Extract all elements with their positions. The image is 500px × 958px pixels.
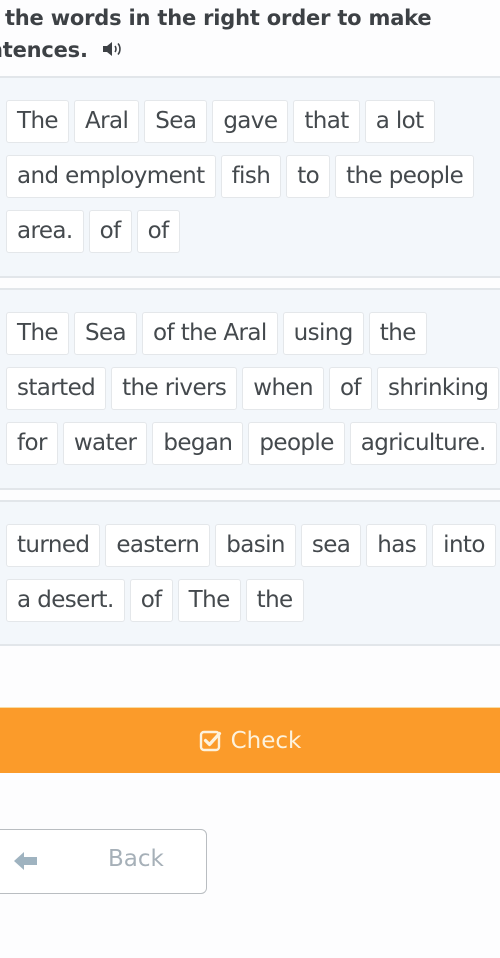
back-button[interactable]: Back bbox=[0, 829, 207, 894]
word-tile[interactable]: to bbox=[286, 155, 331, 198]
word-tile[interactable]: The bbox=[6, 312, 69, 355]
word-tile[interactable]: has bbox=[366, 524, 428, 567]
word-tile[interactable]: area. bbox=[6, 210, 84, 253]
word-tile[interactable]: for bbox=[6, 422, 58, 465]
word-tile[interactable]: started bbox=[6, 367, 107, 410]
word-tile[interactable]: of the Aral bbox=[142, 312, 278, 355]
speaker-icon[interactable] bbox=[102, 40, 124, 58]
word-tiles: The Aral Sea gave that a lot and employment fis… bbox=[6, 100, 500, 265]
word-tile[interactable]: turned bbox=[6, 524, 101, 567]
word-tile[interactable]: water bbox=[62, 422, 148, 465]
checkbox-checked-icon bbox=[199, 730, 221, 751]
sentence-panel-1: The Aral Sea gave that a lot and employment fis… bbox=[0, 76, 500, 278]
word-tile[interactable]: of bbox=[129, 579, 173, 622]
word-tile[interactable]: sea bbox=[300, 524, 362, 567]
word-tile[interactable]: basin bbox=[215, 524, 296, 567]
sentence-panel-2: The Sea of the Aral using the started the rive… bbox=[0, 288, 500, 490]
word-tile[interactable]: Aral bbox=[73, 100, 140, 143]
word-tile[interactable]: Sea bbox=[73, 312, 138, 355]
word-tile[interactable]: a desert. bbox=[6, 579, 125, 622]
word-tile[interactable]: the bbox=[245, 579, 304, 622]
word-tile[interactable]: agriculture. bbox=[349, 422, 497, 465]
tile-row: turned eastern basin sea has into bbox=[6, 524, 500, 567]
word-tile[interactable]: gave bbox=[212, 100, 289, 143]
tile-row: area. of of bbox=[6, 210, 500, 253]
word-tile[interactable]: shrinking bbox=[376, 367, 500, 410]
tile-row: and employment fish to the people bbox=[6, 155, 500, 198]
word-tile[interactable]: into bbox=[432, 524, 496, 567]
tile-row: started the rivers when of shrinking bbox=[6, 367, 500, 410]
word-tile[interactable]: using bbox=[282, 312, 364, 355]
instructions-line-2: ntences. bbox=[0, 34, 500, 66]
word-tile[interactable]: of bbox=[328, 367, 372, 410]
word-tile[interactable]: eastern bbox=[105, 524, 211, 567]
word-tile[interactable]: and employment bbox=[6, 155, 216, 198]
arrow-left-icon bbox=[14, 852, 37, 870]
instructions-line-1: t the words in the right order to make bbox=[0, 6, 432, 30]
check-label: Check bbox=[230, 727, 302, 754]
tile-row: for water began people agriculture. bbox=[6, 422, 500, 465]
check-button[interactable]: Check bbox=[0, 707, 500, 773]
back-label: Back bbox=[108, 846, 164, 872]
word-tile[interactable]: The bbox=[6, 100, 69, 143]
word-tile[interactable]: of bbox=[136, 210, 180, 253]
word-tiles: turned eastern basin sea has into a desert. of T… bbox=[6, 524, 500, 634]
word-tile[interactable]: that bbox=[293, 100, 360, 143]
word-tile[interactable]: of bbox=[88, 210, 132, 253]
word-tile[interactable]: fish bbox=[220, 155, 282, 198]
word-tile[interactable]: the bbox=[368, 312, 427, 355]
tile-row: a desert. of The the bbox=[6, 579, 500, 622]
sentence-panel-3: turned eastern basin sea has into a desert. of T… bbox=[0, 500, 500, 646]
word-tile[interactable]: the people bbox=[335, 155, 475, 198]
word-tiles: The Sea of the Aral using the started the rive… bbox=[6, 312, 500, 477]
tile-row: The Sea of the Aral using the bbox=[6, 312, 500, 355]
word-tile[interactable]: began bbox=[152, 422, 244, 465]
word-tile[interactable]: the rivers bbox=[111, 367, 238, 410]
word-tile[interactable]: when bbox=[242, 367, 324, 410]
word-tile[interactable]: Sea bbox=[144, 100, 208, 143]
tile-row: The Aral Sea gave that a lot bbox=[6, 100, 500, 143]
instructions-line-2-text: ntences. bbox=[0, 38, 88, 62]
word-tile[interactable]: people bbox=[248, 422, 345, 465]
instructions-title: t the words in the right order to make n… bbox=[0, 2, 500, 66]
word-tile[interactable]: a lot bbox=[364, 100, 435, 143]
word-tile[interactable]: The bbox=[177, 579, 241, 622]
